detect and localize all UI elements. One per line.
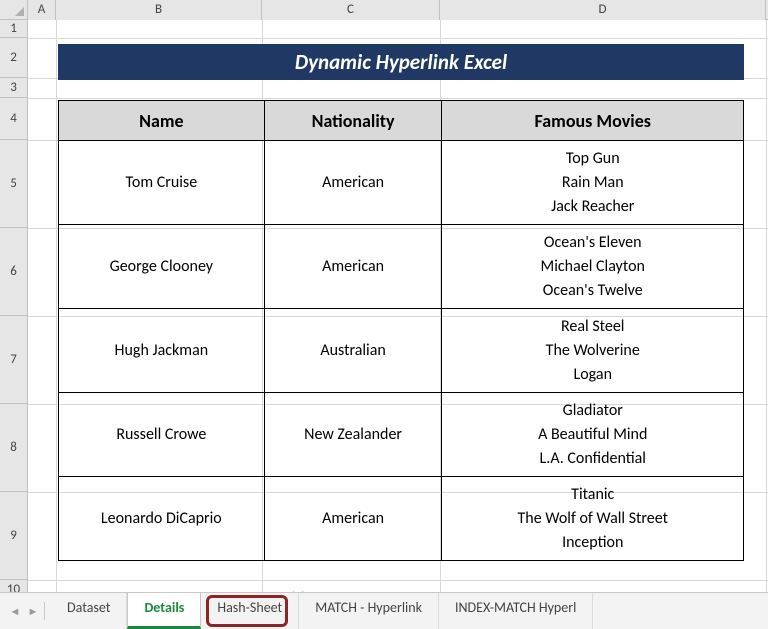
- cell-nationality[interactable]: American: [264, 141, 442, 225]
- cell-movies[interactable]: Titanic The Wolf of Wall Street Inceptio…: [442, 477, 744, 561]
- row-header-6[interactable]: 6: [0, 228, 28, 316]
- col-header-B[interactable]: B: [56, 0, 262, 20]
- sheet-tab-index-match-hyperl[interactable]: INDEX-MATCH Hyperl: [439, 593, 593, 629]
- row-header-5[interactable]: 5: [0, 140, 28, 228]
- cell-movies[interactable]: Ocean's Eleven Michael Clayton Ocean's T…: [442, 225, 744, 309]
- header-name[interactable]: Name: [59, 101, 265, 141]
- cell-movies[interactable]: Gladiator A Beautiful Mind L.A. Confiden…: [442, 393, 744, 477]
- select-all-corner[interactable]: [0, 0, 28, 20]
- sheet-tab-bar: ◄ ► DatasetDetailsHash-SheetMATCH - Hype…: [0, 592, 768, 629]
- cell-nationality[interactable]: American: [264, 477, 442, 561]
- cell-nationality[interactable]: American: [264, 225, 442, 309]
- row-header-7[interactable]: 7: [0, 316, 28, 404]
- sheet-tab-dataset[interactable]: Dataset: [51, 593, 127, 629]
- cell-name[interactable]: Leonardo DiCaprio: [59, 477, 265, 561]
- cell-name[interactable]: George Clooney: [59, 225, 265, 309]
- data-table: Name Nationality Famous Movies Tom Cruis…: [58, 100, 744, 561]
- cell-name[interactable]: Hugh Jackman: [59, 309, 265, 393]
- spreadsheet-grid: A B C D 12345678910 Dynamic Hyperlink Ex…: [0, 0, 768, 592]
- sheet-tab-hash-sheet[interactable]: Hash-Sheet: [201, 593, 299, 629]
- row-header-1[interactable]: 1: [0, 20, 28, 38]
- cell-nationality[interactable]: New Zealander: [264, 393, 442, 477]
- cells-area[interactable]: Dynamic Hyperlink Excel Name Nationality…: [28, 20, 768, 592]
- table-row: Hugh JackmanAustralianReal Steel The Wol…: [59, 309, 744, 393]
- col-header-C[interactable]: C: [262, 0, 440, 20]
- column-headers: A B C D: [0, 0, 768, 20]
- page-title: Dynamic Hyperlink Excel: [58, 44, 744, 80]
- table-row: Leonardo DiCaprioAmericanTitanic The Wol…: [59, 477, 744, 561]
- cell-name[interactable]: Russell Crowe: [59, 393, 265, 477]
- tab-nav-next-icon[interactable]: ►: [24, 600, 42, 622]
- col-header-A[interactable]: A: [28, 0, 56, 20]
- row-header-9[interactable]: 9: [0, 492, 28, 580]
- header-movies[interactable]: Famous Movies: [442, 101, 744, 141]
- cell-name[interactable]: Tom Cruise: [59, 141, 265, 225]
- row-header-3[interactable]: 3: [0, 78, 28, 98]
- tab-nav-prev-icon[interactable]: ◄: [6, 600, 24, 622]
- table-header-row: Name Nationality Famous Movies: [59, 101, 744, 141]
- header-nationality[interactable]: Nationality: [264, 101, 442, 141]
- divider: [44, 602, 45, 620]
- row-header-8[interactable]: 8: [0, 404, 28, 492]
- col-header-D[interactable]: D: [440, 0, 766, 20]
- row-header-2[interactable]: 2: [0, 38, 28, 78]
- row-header-4[interactable]: 4: [0, 98, 28, 140]
- sheet-tab-details[interactable]: Details: [127, 592, 201, 629]
- cell-movies[interactable]: Real Steel The Wolverine Logan: [442, 309, 744, 393]
- table-row: Russell CroweNew ZealanderGladiator A Be…: [59, 393, 744, 477]
- table-row: George ClooneyAmericanOcean's Eleven Mic…: [59, 225, 744, 309]
- sheet-tab-match-hyperlink[interactable]: MATCH - Hyperlink: [299, 593, 439, 629]
- table-row: Tom CruiseAmericanTop Gun Rain Man Jack …: [59, 141, 744, 225]
- cell-nationality[interactable]: Australian: [264, 309, 442, 393]
- cell-movies[interactable]: Top Gun Rain Man Jack Reacher: [442, 141, 744, 225]
